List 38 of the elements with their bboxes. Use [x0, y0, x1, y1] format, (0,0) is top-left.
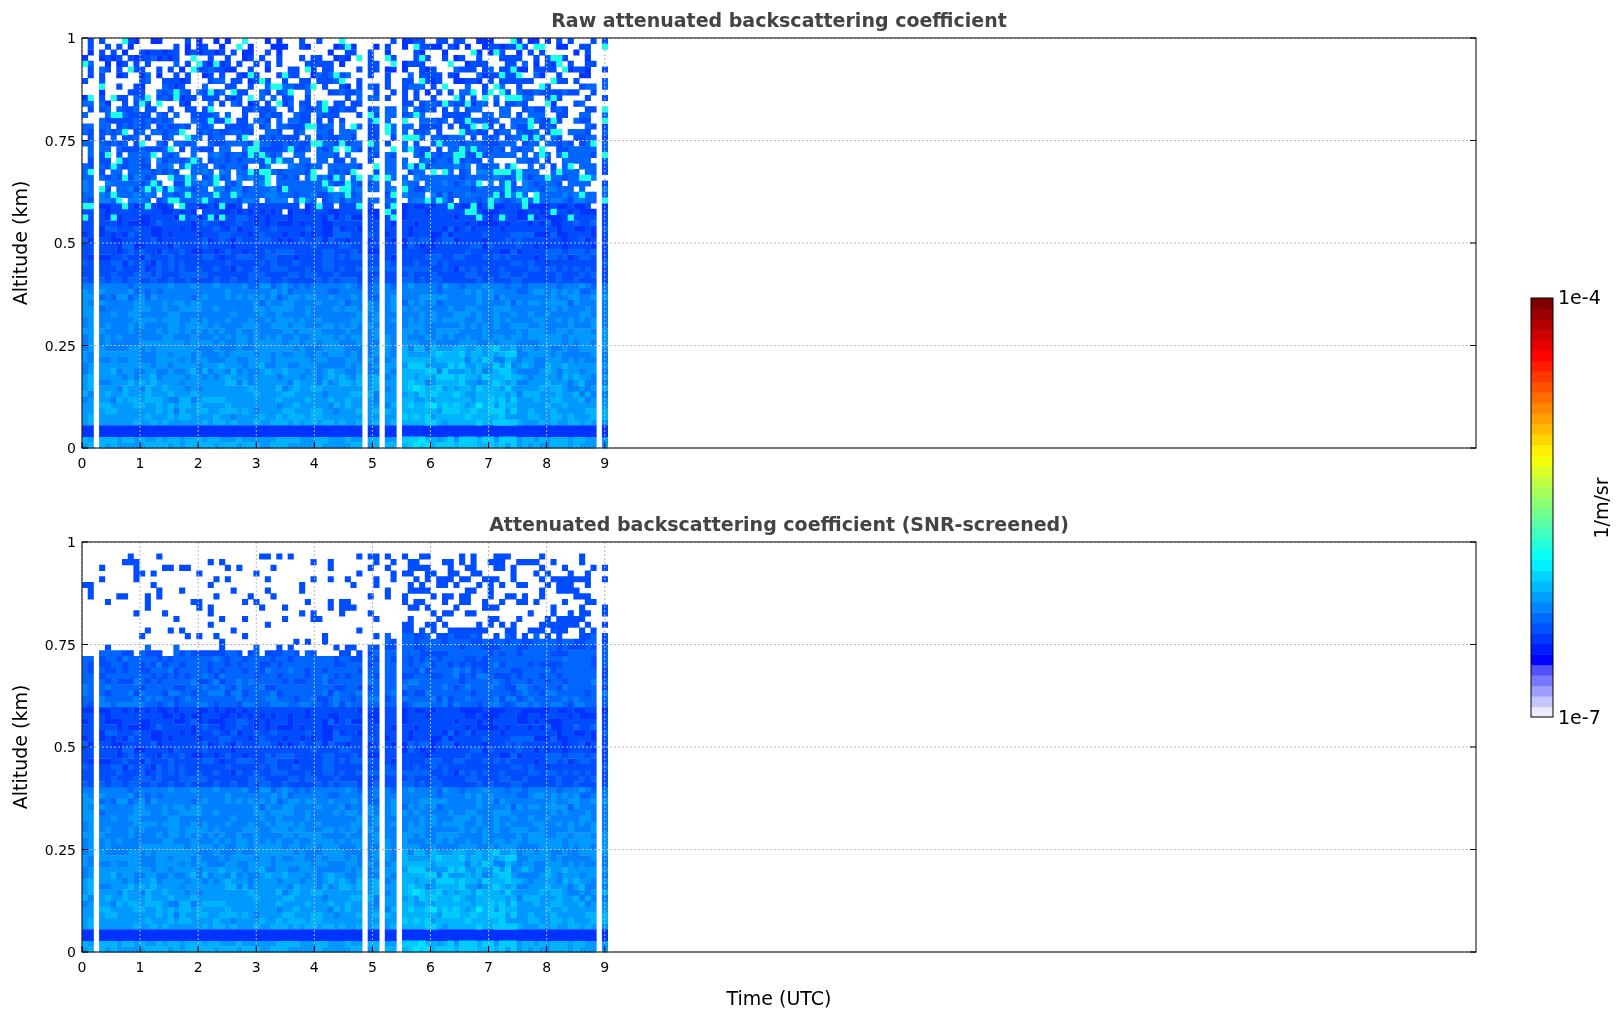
tick-label: 0	[67, 944, 76, 960]
plot-title: Raw attenuated backscattering coefficient	[551, 9, 1007, 31]
axis-label: 1/m/sr	[1590, 477, 1612, 539]
tick-label: 1	[67, 534, 76, 550]
tick-label: 5	[367, 959, 377, 975]
tick-label: 0.5	[53, 739, 76, 755]
tick-label: 0	[67, 440, 76, 456]
tick-label: 0	[77, 959, 87, 975]
axis-label: Time (UTC)	[726, 987, 832, 1009]
colorbar-label: 1e-7	[1558, 706, 1601, 728]
tick-label: 0.75	[44, 636, 76, 653]
colorbar-label: 1e-4	[1558, 286, 1601, 308]
tick-label: 1	[67, 30, 76, 46]
tick-label: 3	[251, 455, 261, 471]
tick-label: 2	[193, 455, 203, 471]
tick-label: 6	[426, 959, 435, 975]
axis-label: Altitude (km)	[9, 684, 31, 810]
tick-label: 6	[426, 455, 435, 471]
tick-label: 0	[77, 455, 87, 471]
tick-label: 8	[542, 455, 552, 471]
tick-label: 2	[193, 959, 203, 975]
tick-label: 3	[251, 959, 261, 975]
tick-label: 1	[135, 455, 145, 471]
tick-label: 7	[484, 455, 494, 471]
plot-title: Attenuated backscattering coefficient (SNR-screened)	[489, 513, 1069, 535]
tick-label: 9	[600, 455, 610, 471]
axis-label: Altitude (km)	[9, 180, 31, 306]
tick-label: 9	[600, 959, 610, 975]
tick-label: 8	[542, 959, 552, 975]
tick-label: 4	[309, 959, 319, 975]
tick-label: 0.25	[44, 337, 76, 354]
tick-label: 1	[135, 959, 145, 975]
tick-label: 0.75	[44, 132, 76, 149]
tick-label: 0.25	[44, 841, 76, 858]
tick-label: 7	[484, 959, 494, 975]
tick-label: 0.5	[53, 235, 76, 251]
tick-label: 4	[309, 455, 319, 471]
tick-label: 5	[367, 455, 377, 471]
